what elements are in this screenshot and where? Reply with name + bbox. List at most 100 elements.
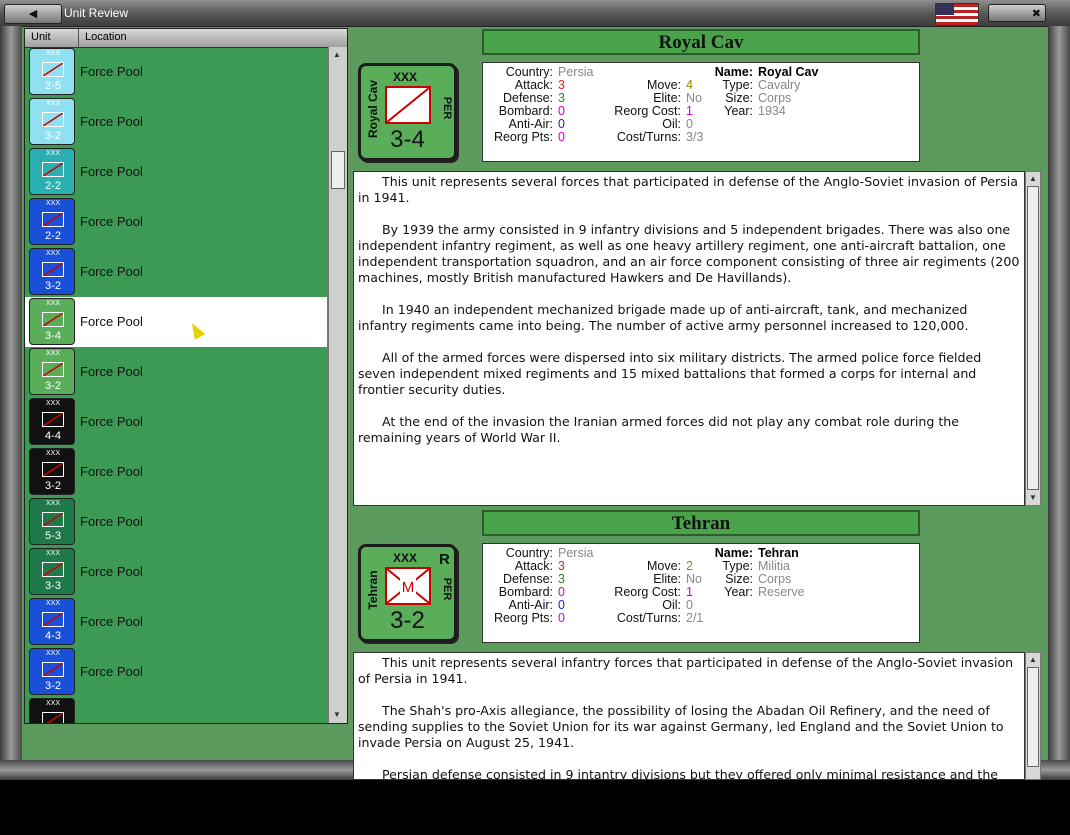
- unit-counter-icon: XXX 2-2: [29, 148, 75, 195]
- unit1-description: This unit represents several forces that…: [353, 171, 1025, 506]
- unit-strength: 2-5: [45, 80, 61, 92]
- unit-counter-icon: XXX 3-2: [29, 448, 75, 495]
- unit1-title: Royal Cav: [482, 29, 920, 55]
- unit-counter-icon: XXX 4-3: [29, 598, 75, 645]
- list-item[interactable]: XXX 5-3 Force Pool: [25, 497, 327, 547]
- stat-label-bombard: Bombard:: [498, 104, 553, 118]
- unit-location: Force Pool: [80, 614, 143, 629]
- stat-value-antiair: 0: [558, 117, 565, 131]
- stat-label-name: Name:: [714, 65, 753, 79]
- unit-size: XXX: [45, 400, 60, 407]
- unit-location: Force Pool: [80, 364, 143, 379]
- unit2-size: XXX: [393, 551, 418, 565]
- column-header-location[interactable]: Location: [85, 31, 127, 43]
- stat-label-size: Size:: [725, 91, 753, 105]
- list-scrollbar[interactable]: ▲ ▼: [328, 47, 347, 723]
- scroll-up-arrow-icon[interactable]: ▲: [1027, 654, 1039, 666]
- stat-label-move: Move:: [646, 559, 681, 573]
- unit1-description-scrollbar[interactable]: ▲ ▼: [1025, 171, 1041, 506]
- unit-size: XXX: [45, 150, 60, 157]
- stat-value-reorgpts: 0: [558, 611, 565, 625]
- stat-value-year: 1934: [758, 104, 786, 118]
- scroll-thumb[interactable]: [331, 151, 345, 189]
- scroll-down-arrow-icon[interactable]: ▼: [331, 709, 343, 721]
- list-item[interactable]: XXX 3-2 Force Pool: [25, 447, 327, 497]
- unit-strength: 2-2: [45, 230, 61, 242]
- list-item[interactable]: XXX 2-5 Force Pool: [25, 47, 327, 97]
- list-item[interactable]: XXX 3-2 Force Pool: [25, 97, 327, 147]
- description-paragraph: This unit represents several forces that…: [358, 174, 1018, 205]
- unit-symbol-icon: [42, 562, 64, 577]
- close-icon[interactable]: ✖: [988, 4, 1046, 22]
- unit-symbol-icon: [42, 212, 64, 227]
- list-item[interactable]: XXX: [25, 697, 327, 723]
- stat-label-elite: Elite:: [653, 572, 681, 586]
- window-title: Unit Review: [64, 6, 129, 20]
- unit-size: XXX: [45, 300, 60, 307]
- stat-label-bombard: Bombard:: [498, 585, 553, 599]
- stat-value-bombard: 0: [558, 585, 565, 599]
- stat-label-type: Type:: [722, 78, 753, 92]
- list-item[interactable]: XXX 3-2 Force Pool: [25, 647, 327, 697]
- description-paragraph: Persian defense consisted in 9 intantry …: [382, 767, 999, 780]
- list-header: Unit Location: [25, 29, 347, 48]
- unit-counter-icon: XXX 3-2: [29, 248, 75, 295]
- unit-location: Force Pool: [80, 514, 143, 529]
- scroll-up-arrow-icon[interactable]: ▲: [1027, 173, 1039, 185]
- scroll-thumb[interactable]: [1027, 667, 1039, 767]
- scroll-up-arrow-icon[interactable]: ▲: [331, 49, 343, 61]
- unit-strength: 3-2: [45, 380, 61, 392]
- unit-counter-icon: XXX: [29, 698, 75, 723]
- stat-label-attack: Attack:: [514, 559, 553, 573]
- stat-value-move: 4: [686, 78, 693, 92]
- unit2-chit-strength: 3-2: [390, 607, 425, 634]
- stat-value-move: 2: [686, 559, 693, 573]
- unit-symbol-icon: [42, 162, 64, 177]
- unit-location: Force Pool: [80, 314, 143, 329]
- description-paragraph: In 1940 an independent mechanized brigad…: [358, 302, 969, 333]
- unit-list[interactable]: Unit Location XXX 2-5 Force Pool XXX 3-2 Forc…: [24, 28, 348, 724]
- list-item[interactable]: XXX 3-2 Force Pool: [25, 247, 327, 297]
- stat-value-name: Royal Cav: [758, 65, 819, 79]
- unit1-size: XXX: [393, 70, 418, 84]
- unit-strength: 2-2: [45, 180, 61, 192]
- unit-location: Force Pool: [80, 564, 143, 579]
- stat-label-reorgpts: Reorg Pts:: [493, 611, 553, 625]
- unit-size: XXX: [45, 250, 60, 257]
- list-item[interactable]: XXX 2-2 Force Pool: [25, 197, 327, 247]
- unit-counter-icon: XXX 3-3: [29, 548, 75, 595]
- list-item[interactable]: XXX 4-4 Force Pool: [25, 397, 327, 447]
- cavalry-symbol-icon: [385, 86, 431, 124]
- unit-review-window: ◀ Unit Review ✖ Unit Location XXX 2-5 Forc…: [0, 0, 1070, 780]
- unit-strength: 3-3: [45, 580, 61, 592]
- stat-value-antiair: 0: [558, 598, 565, 612]
- list-item[interactable]: XXX 3-4 Force Pool: [25, 297, 327, 347]
- unit-location: Force Pool: [80, 264, 143, 279]
- description-paragraph: The Shah's pro-Axis allegiance, the poss…: [358, 703, 1004, 750]
- stat-value-name: Tehran: [758, 546, 799, 560]
- scroll-down-arrow-icon[interactable]: ▼: [1027, 492, 1039, 504]
- unit-counter-icon: XXX 4-4: [29, 398, 75, 445]
- us-flag-icon: [935, 3, 979, 26]
- unit-location: Force Pool: [80, 164, 143, 179]
- stat-value-costturns: 2/1: [686, 611, 704, 625]
- unit2-counter: XXX R M Tehran PER 3-2: [358, 544, 457, 642]
- list-item[interactable]: XXX 3-2 Force Pool: [25, 347, 327, 397]
- list-item[interactable]: XXX 2-2 Force Pool: [25, 147, 327, 197]
- list-item[interactable]: XXX 4-3 Force Pool: [25, 597, 327, 647]
- unit-location: Force Pool: [80, 414, 143, 429]
- description-paragraph: By 1939 the army consisted in 9 infantry…: [358, 222, 1020, 285]
- stat-value-bombard: 0: [558, 104, 565, 118]
- unit2-symbol-letter: M: [402, 579, 415, 596]
- unit-counter-icon: XXX 3-2: [29, 348, 75, 395]
- scroll-thumb[interactable]: [1027, 186, 1039, 490]
- minimize-icon[interactable]: ◀: [4, 4, 62, 24]
- list-item[interactable]: XXX 3-3 Force Pool: [25, 547, 327, 597]
- unit-symbol-icon: [42, 312, 64, 327]
- stat-value-defense: 3: [558, 572, 565, 586]
- column-header-unit[interactable]: Unit: [31, 31, 51, 43]
- stat-value-defense: 3: [558, 91, 565, 105]
- stat-label-attack: Attack:: [514, 78, 553, 92]
- unit-strength: 4-4: [45, 430, 61, 442]
- unit2-description-scrollbar[interactable]: ▲: [1025, 652, 1041, 780]
